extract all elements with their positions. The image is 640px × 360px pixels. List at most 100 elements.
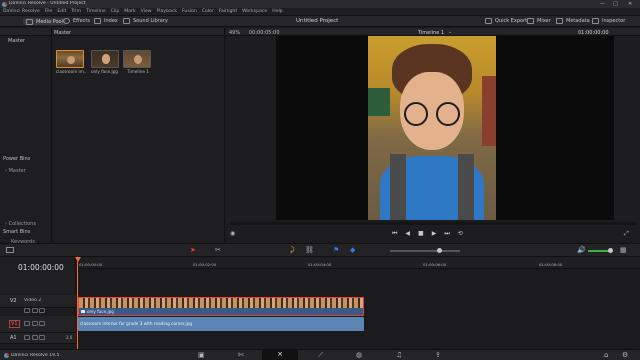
flag-icon[interactable]: ⚑ [333,246,339,254]
menu-item-edit[interactable]: Edit [57,8,66,16]
menu-item-trim[interactable]: Trim [71,8,81,16]
clip-v2-label: only face.jpg [87,309,114,314]
marker-icon[interactable]: ◆ [350,246,355,254]
home-icon[interactable]: ⌂ [604,351,608,359]
media-clip-classroom[interactable]: classroom im... [56,50,86,74]
media-pool-panel: Master classroom im... only face.jpg Tim… [53,28,225,242]
chevron-right-icon: › [5,168,7,174]
play-reverse-icon[interactable]: ◀ [405,230,410,238]
fullscreen-icon[interactable]: ⤢ [624,230,629,238]
clip-label-timeline: Timeline 1 [127,69,149,74]
sound-library-label: Sound Library [133,18,168,24]
sound-library-button[interactable]: Sound Library [123,18,168,24]
menu-item-view[interactable]: View [141,8,152,16]
page-fusion-icon[interactable]: ⟋ [318,351,323,360]
go-to-start-icon[interactable]: ⏮ [392,230,397,238]
timeline-area: 01:00:00:00 01:00:00:00 01:00:02:00 01:0… [0,257,640,350]
clip-v2-only-face[interactable]: only face.jpg [78,297,364,316]
media-pool-header: Master [53,28,224,36]
zoom-slider-handle[interactable] [437,248,442,253]
track-header-v2-controls [24,308,46,315]
menu-item-help[interactable]: Help [272,8,282,16]
link-icon[interactable]: ⛓ [305,246,314,254]
viewer-canvas[interactable] [276,36,614,220]
selection-tool-icon[interactable]: ➤ [190,246,196,254]
menu-item-workspace[interactable]: Workspace [242,8,267,16]
only-face-thumbnail [91,50,119,68]
mixer-label: Mixer [537,18,551,24]
media-pool-button[interactable]: Media Pool [23,18,66,25]
timeline-view-options-icon[interactable] [6,247,14,253]
quick-export-button[interactable]: Quick Export [485,18,527,24]
resolve-logo-icon [2,1,7,7]
menu-item-fairlight[interactable]: Fairlight [219,8,237,16]
index-button[interactable]: Index [94,18,118,24]
media-pool-bin-name: Master [54,29,72,36]
maximize-button[interactable]: □ [613,1,618,7]
play-icon[interactable]: ▶ [432,230,437,238]
menu-item-clip[interactable]: Clip [111,8,120,16]
effects-icon [63,18,70,24]
minimize-button[interactable]: — [600,1,605,7]
menu-item-color[interactable]: Color [202,8,214,16]
zoom-level[interactable]: 49% [229,30,240,36]
page-deliver-icon[interactable]: ⇪ [435,351,441,359]
viewer-options-icon[interactable]: ◉ [230,230,235,237]
master-bin[interactable]: Master [8,38,25,44]
volume-slider[interactable] [588,248,613,253]
zoom-slider[interactable] [390,248,460,253]
volume-slider-handle[interactable] [608,248,613,253]
timeline-toolbar: ➤ ✂ ⤸ ⛓ ⚑ ◆ 🔊 ▦ [0,243,640,257]
menu-item-mark[interactable]: Mark [124,8,135,16]
effects-button[interactable]: Effects [63,18,90,24]
auto-select-icon[interactable] [31,308,38,313]
disable-track-icon[interactable] [39,308,46,313]
menu-item-timeline[interactable]: Timeline [86,8,106,16]
ruler-tc-1: 01:00:02:00 [193,262,217,267]
inspector-button[interactable]: Inspector [592,18,625,24]
menu-item-fusion[interactable]: Fusion [182,8,197,16]
clip-v1-classroom[interactable]: classroom interior for grade 3 with read… [78,317,364,331]
page-fairlight-icon[interactable]: ♫ [396,351,402,359]
timeline-name-dropdown[interactable]: Timeline 1 [418,30,444,36]
viewer-scrub-bar[interactable] [230,222,636,225]
page-cut-icon[interactable]: ✄ [238,351,244,359]
loop-icon[interactable]: ⟲ [458,230,463,238]
smart-bins-heading: Smart Bins [3,229,31,235]
stop-icon[interactable]: ■ [418,230,424,238]
audio-icon[interactable]: 🔊 [577,246,586,254]
close-button[interactable]: ✕ [628,1,632,7]
go-to-end-icon[interactable]: ⏭ [444,230,449,238]
snapping-icon[interactable]: ⤸ [290,246,294,255]
menu-item-davinci-resolve[interactable]: DaVinci Resolve [3,8,40,16]
metadata-button[interactable]: Metadata [556,18,590,24]
power-bins-master[interactable]: › Master [5,168,26,174]
playhead[interactable] [77,257,78,349]
collections-bin[interactable]: › Collections [5,221,36,227]
timeline-header: 01:00:00:00 [0,257,76,293]
solo-a1-icon[interactable] [31,335,38,340]
export-icon [485,18,492,24]
lock-track-icon[interactable] [24,308,30,313]
menu-item-file[interactable]: File [45,8,53,16]
media-clip-timeline[interactable]: Timeline 1 [123,50,153,74]
settings-gear-icon[interactable]: ⚙ [622,351,628,359]
blade-tool-icon[interactable]: ✂ [215,246,221,254]
lock-track-v1-icon[interactable] [24,321,30,326]
timeline-ruler[interactable]: 01:00:00:00 01:00:02:00 01:00:04:00 01:0… [77,257,640,269]
lock-track-a1-icon[interactable] [24,335,30,340]
page-edit-icon[interactable]: ⨯ [262,350,298,360]
playhead-handle[interactable] [75,257,81,262]
disable-track-v1-icon[interactable] [39,321,46,326]
timeline-timecode[interactable]: 01:00:00:00 [18,263,64,272]
page-color-icon[interactable]: ◍ [356,351,362,359]
media-pool-icon [26,18,33,25]
audio-meter-icon[interactable]: ▦ [620,246,627,254]
media-clip-only-face[interactable]: only face.jpg [91,50,121,74]
mute-a1-icon[interactable] [39,335,46,340]
page-media-icon[interactable]: ▣ [198,351,205,359]
mixer-button[interactable]: Mixer [527,18,551,24]
track-label-v1[interactable]: V1 [9,320,20,328]
auto-select-v1-icon[interactable] [31,321,38,326]
menu-item-playback[interactable]: Playback [157,8,178,16]
